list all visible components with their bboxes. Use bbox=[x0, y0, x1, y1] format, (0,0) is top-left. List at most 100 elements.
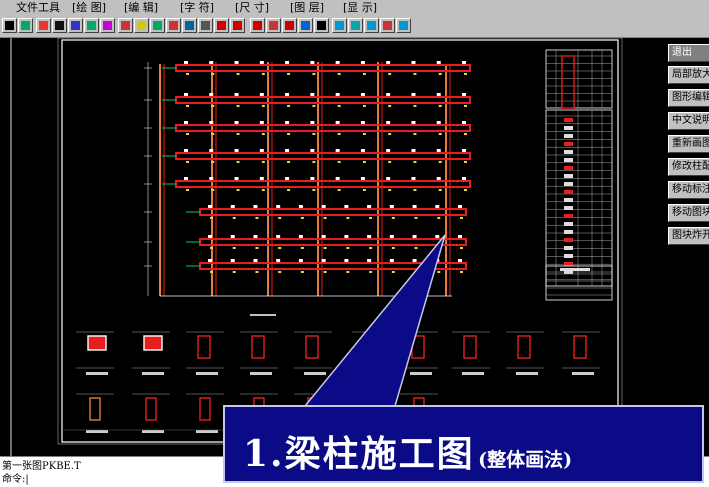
move-block-button[interactable]: 移动图块 bbox=[668, 204, 709, 222]
info-button[interactable] bbox=[134, 18, 149, 33]
explode-block-button[interactable]: 图块炸开 bbox=[668, 227, 709, 245]
redo-button[interactable] bbox=[230, 18, 245, 33]
zoom-out-button[interactable] bbox=[396, 18, 411, 33]
align-icon bbox=[301, 21, 310, 30]
drawing-canvas[interactable] bbox=[0, 38, 666, 456]
snap-button[interactable] bbox=[166, 18, 181, 33]
copy-icon bbox=[285, 21, 294, 30]
rebar-stirrup-mark bbox=[464, 73, 467, 75]
rebar-stirrup-mark bbox=[261, 73, 265, 75]
rebar-stirrup-mark bbox=[362, 189, 366, 191]
rebar-label-mark bbox=[321, 259, 326, 262]
print-button[interactable] bbox=[2, 18, 17, 33]
measure-button[interactable] bbox=[150, 18, 165, 33]
rebar-stirrup-mark bbox=[362, 105, 366, 107]
rebar-stirrup-mark bbox=[312, 133, 316, 135]
rebar-stirrup-mark bbox=[312, 73, 316, 75]
zoom-in-button[interactable] bbox=[364, 18, 379, 33]
beam-section bbox=[145, 397, 157, 421]
rebar-stirrup-mark bbox=[287, 189, 291, 191]
rebar-stirrup-mark bbox=[211, 189, 215, 191]
rebar-stirrup-mark bbox=[414, 247, 418, 249]
color-button[interactable] bbox=[36, 18, 51, 33]
rebar-label-mark bbox=[208, 235, 212, 238]
zoom-all-button[interactable] bbox=[332, 18, 347, 33]
rebar-label-mark bbox=[458, 259, 462, 262]
rebar-label-mark bbox=[389, 235, 394, 238]
layer-button[interactable] bbox=[118, 18, 133, 33]
column-section bbox=[251, 335, 265, 359]
rebar-stirrup-mark bbox=[312, 189, 316, 191]
arc-button[interactable] bbox=[314, 18, 329, 33]
frame-beam bbox=[175, 152, 471, 160]
menu-text[interactable]: [字 符] bbox=[180, 1, 214, 14]
grid-button[interactable] bbox=[84, 18, 99, 33]
rebar-stirrup-mark bbox=[210, 217, 213, 219]
rebar-stirrup-mark bbox=[337, 105, 341, 107]
section-label bbox=[86, 372, 108, 375]
graphic-edit-button[interactable]: 图形编辑 bbox=[668, 89, 709, 107]
zoom-color-button[interactable] bbox=[348, 18, 363, 33]
rebar-stirrup-mark bbox=[388, 161, 392, 163]
rebar-label-mark bbox=[298, 205, 303, 208]
menu-display[interactable]: [显 示] bbox=[343, 1, 377, 14]
rebar-label-mark bbox=[234, 61, 239, 64]
edit-button[interactable] bbox=[182, 18, 197, 33]
rebar-label-mark bbox=[310, 149, 315, 152]
rebar-stirrup-mark bbox=[236, 189, 240, 191]
menu-layer[interactable]: [图 层] bbox=[290, 1, 324, 14]
rebar-label-mark bbox=[209, 61, 214, 64]
line-button[interactable] bbox=[52, 18, 67, 33]
rebar-label-mark bbox=[411, 93, 416, 96]
pan-button[interactable] bbox=[68, 18, 83, 33]
rebar-stirrup-mark bbox=[211, 73, 215, 75]
modify-column-rebar-button[interactable]: 修改柱配筋 bbox=[668, 158, 709, 176]
beam-section bbox=[199, 397, 211, 421]
menu-file[interactable]: 文件工具 bbox=[16, 1, 60, 14]
menu-dimension[interactable]: [尺 寸] bbox=[235, 1, 269, 14]
zoom-window-button[interactable] bbox=[380, 18, 395, 33]
rebar-stirrup-mark bbox=[323, 217, 327, 219]
frame-beam bbox=[175, 96, 471, 104]
rebar-stirrup-mark bbox=[287, 133, 291, 135]
rebar-stirrup-mark bbox=[261, 189, 265, 191]
rebar-label-mark bbox=[335, 121, 340, 124]
chinese-text-button[interactable] bbox=[100, 18, 115, 33]
zoom-local-button[interactable]: 局部放大 bbox=[668, 66, 709, 84]
table-highlight bbox=[561, 55, 575, 109]
table-cell-mark bbox=[564, 166, 573, 170]
rebar-stirrup-mark bbox=[388, 105, 392, 107]
rebar-label-mark bbox=[335, 61, 340, 64]
redraw-button[interactable]: 重新画图 bbox=[668, 135, 709, 153]
command-input[interactable]: 命令:| bbox=[2, 474, 29, 486]
align-button[interactable] bbox=[298, 18, 313, 33]
rebar-label-mark bbox=[436, 149, 441, 152]
save-button[interactable] bbox=[18, 18, 33, 33]
menu-edit[interactable]: [编 辑] bbox=[124, 1, 158, 14]
rebar-label-mark bbox=[436, 177, 441, 180]
move-button[interactable] bbox=[266, 18, 281, 33]
rebar-label-mark bbox=[230, 259, 235, 262]
rebar-stirrup-mark bbox=[388, 133, 392, 135]
exit-button[interactable]: 退出 bbox=[668, 44, 709, 62]
rebar-stirrup-mark bbox=[232, 247, 236, 249]
section-label bbox=[250, 372, 272, 375]
rebar-label-mark bbox=[360, 93, 365, 96]
menu-draw[interactable]: [绘 图] bbox=[72, 1, 106, 14]
chinese-note-button[interactable]: 中文说明 bbox=[668, 112, 709, 130]
rebar-stirrup-mark bbox=[211, 161, 215, 163]
rebar-label-mark bbox=[259, 93, 264, 96]
rebar-stirrup-mark bbox=[261, 133, 265, 135]
rebar-stirrup-mark bbox=[337, 73, 341, 75]
snap-icon bbox=[169, 21, 178, 30]
rebar-stirrup-mark bbox=[369, 271, 373, 273]
rebar-label-mark bbox=[412, 235, 417, 238]
window-button[interactable] bbox=[250, 18, 265, 33]
undo-button[interactable] bbox=[214, 18, 229, 33]
rebar-stirrup-mark bbox=[300, 271, 304, 273]
rebar-stirrup-mark bbox=[346, 271, 350, 273]
copy-button[interactable] bbox=[282, 18, 297, 33]
move-label-button[interactable]: 移动标注 bbox=[668, 181, 709, 199]
rebar-label-mark bbox=[253, 235, 258, 238]
pen-button[interactable] bbox=[198, 18, 213, 33]
